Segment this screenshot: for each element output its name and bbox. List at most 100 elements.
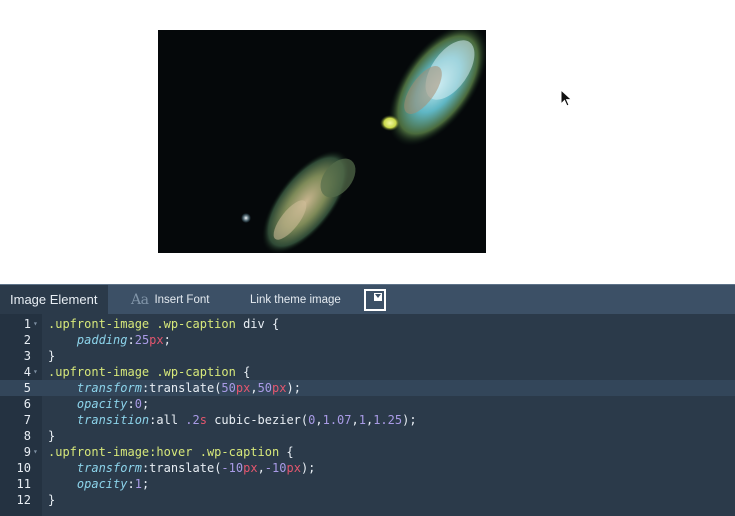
line-number: 1 [23,317,31,331]
code-token: 25 [134,333,150,347]
code-text: opacity:1; [48,476,149,492]
line-number: 10 [16,461,31,475]
insert-font-label: Insert Font [154,293,210,306]
code-text: } [48,348,55,364]
line-number: 4 [23,365,31,379]
code-token: -10 [264,461,287,475]
code-token: ); [286,381,301,395]
code-line[interactable]: 10 transform:translate(-10px,-10px); [0,460,735,476]
code-token: 50 [221,381,236,395]
code-line[interactable]: 5 transform:translate(50px,50px); [0,380,735,396]
image-preview[interactable] [158,30,486,253]
line-number: 2 [23,333,31,347]
line-number: 8 [23,429,31,443]
mouse-pointer-icon [560,89,573,107]
line-number: 9 [23,445,31,459]
code-text: .upfront-image .wp-caption div { [48,316,279,332]
tab-image-element[interactable]: Image Element [0,285,108,314]
code-token: transform [76,461,142,475]
code-token: 1.25 [373,413,403,427]
fold-toggle-icon[interactable]: ▾ [33,364,38,380]
line-number: 7 [23,413,31,427]
code-token: s [199,413,207,427]
code-token: , [257,461,265,475]
code-text: .upfront-image:hover .wp-caption { [48,444,294,460]
code-token: : [127,333,135,347]
code-token: , [351,413,359,427]
code-token: opacity [76,397,128,411]
code-line[interactable]: 1 ▾ .upfront-image .wp-caption div { [0,316,735,332]
code-area[interactable]: 1 ▾ .upfront-image .wp-caption div {2 padd… [0,314,735,516]
code-token: transition [76,413,150,427]
code-line[interactable]: 12} [0,492,735,508]
code-token: :all [149,413,186,427]
font-icon: Aa [131,291,149,308]
code-token: .2 [185,413,200,427]
code-token: } [48,349,56,363]
image-dropdown-icon[interactable] [364,289,386,311]
code-token: 1.07 [322,413,352,427]
line-number: 6 [23,397,31,411]
code-token: div [243,317,265,331]
link-theme-image-label: Link theme image [250,293,341,306]
code-token: cubic-bezier( [206,413,309,427]
code-token: : [127,477,135,491]
code-text: .upfront-image .wp-caption { [48,364,250,380]
code-token: , [250,381,258,395]
code-token: , [315,413,323,427]
code-text: opacity:0; [48,396,149,412]
code-token: ); [402,413,417,427]
code-token: px [235,381,251,395]
code-token: ; [141,477,150,491]
code-token: px [243,461,258,475]
code-text: padding:25px; [48,332,171,348]
fold-toggle-icon[interactable]: ▾ [33,444,38,460]
code-text: } [48,492,55,508]
line-number: 11 [16,477,31,491]
line-number: 3 [23,349,31,363]
code-token: ); [300,461,316,475]
code-token: : [127,397,135,411]
code-token: 1 [358,413,366,427]
code-line[interactable]: 2 padding:25px; [0,332,735,348]
code-token: { [235,365,251,379]
fold-toggle-icon[interactable]: ▾ [33,316,38,332]
code-token: .upfront-image .wp-caption [48,317,244,331]
insert-font-button[interactable]: Aa Insert Font [131,285,209,314]
code-token: -10 [221,461,244,475]
code-token: transform [76,381,142,395]
code-token: { [264,317,280,331]
line-number: 12 [16,493,31,507]
code-token: padding [76,333,128,347]
code-token: { [279,445,294,459]
code-text: } [48,428,55,444]
line-number: 5 [23,381,31,395]
code-line[interactable]: 8} [0,428,735,444]
chevron-down-icon [375,294,381,298]
code-line[interactable]: 7 transition:all .2s cubic-bezier(0,1.07… [0,412,735,428]
code-token: ; [163,333,171,347]
code-token: .upfront-image:hover .wp-caption [48,445,280,459]
editor-toolbar: Image Element Aa Insert Font Link theme … [0,284,735,314]
code-token: 50 [257,381,273,395]
code-token: opacity [76,477,128,491]
code-text: transition:all .2s cubic-bezier(0,1.07,1… [48,412,417,428]
code-token: 1 [134,477,142,491]
code-token: } [48,429,56,443]
code-line[interactable]: 3} [0,348,735,364]
code-line[interactable]: 6 opacity:0; [0,396,735,412]
code-text: transform:translate(50px,50px); [48,380,301,396]
code-line[interactable]: 11 opacity:1; [0,476,735,492]
code-line[interactable]: 9 ▾ .upfront-image:hover .wp-caption { [0,444,735,460]
link-theme-image-button[interactable]: Link theme image [250,285,341,314]
island-image [158,30,486,253]
code-line[interactable]: 4 ▾ .upfront-image .wp-caption { [0,364,735,380]
code-token: translate( [149,461,222,475]
code-token: px [149,333,164,347]
